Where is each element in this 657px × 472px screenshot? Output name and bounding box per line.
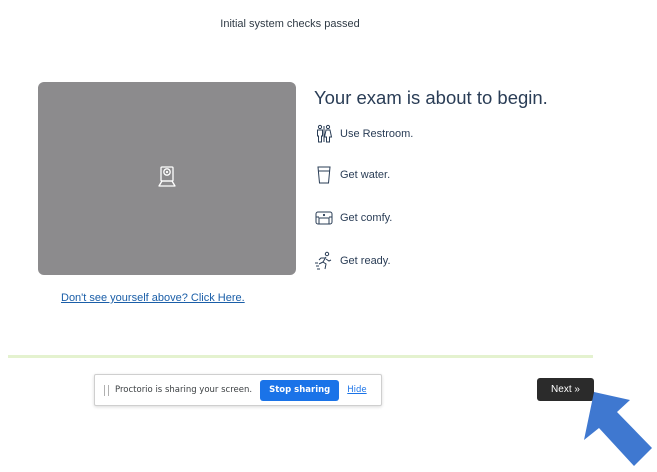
water-glass-icon: [314, 165, 334, 185]
stop-sharing-button[interactable]: Stop sharing: [260, 379, 340, 401]
system-check-status: Initial system checks passed: [220, 18, 360, 30]
share-message: Proctorio is sharing your screen.: [115, 385, 253, 395]
restroom-icon: [314, 124, 334, 144]
step-restroom: Use Restroom.: [314, 124, 413, 144]
pointer-arrow-icon: [584, 392, 652, 466]
sofa-icon: [314, 208, 334, 228]
exam-heading: Your exam is about to begin.: [314, 87, 548, 108]
drag-handle-icon[interactable]: [104, 384, 109, 396]
step-label: Get comfy.: [340, 212, 393, 224]
camera-help-link[interactable]: Don't see yourself above? Click Here.: [61, 292, 245, 304]
progress-divider: [8, 355, 593, 358]
step-water: Get water.: [314, 165, 390, 185]
step-label: Get water.: [340, 169, 391, 181]
webcam-preview: [38, 82, 296, 275]
step-ready: Get ready.: [314, 251, 391, 271]
runner-icon: [314, 251, 334, 271]
screen-share-bar: Proctorio is sharing your screen. Stop s…: [94, 374, 382, 406]
step-comfy: Get comfy.: [314, 208, 392, 228]
step-label: Use Restroom.: [340, 128, 414, 140]
webcam-icon: [154, 163, 180, 194]
hide-link[interactable]: Hide: [347, 385, 366, 395]
step-label: Get ready.: [340, 255, 391, 267]
